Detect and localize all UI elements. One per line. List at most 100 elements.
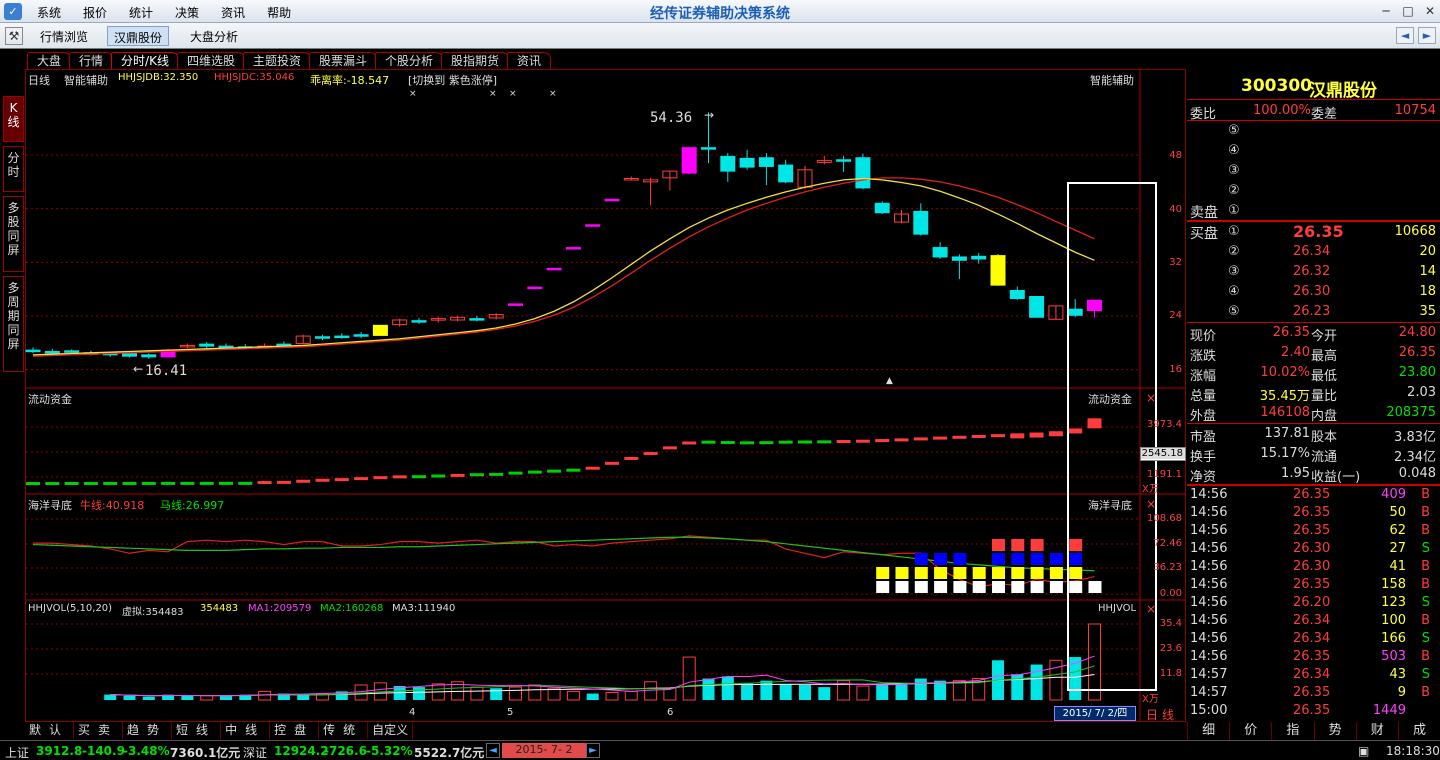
buy-row: ④ 26.30 18 [1187, 282, 1440, 302]
volume-bar [142, 696, 155, 700]
date-picker[interactable]: 2015- 7- 2 [502, 743, 586, 758]
volume-bar [220, 696, 232, 700]
buy-level: ⑤ [1228, 304, 1240, 319]
tab-trend[interactable]: 势 [1313, 722, 1356, 740]
buy-price: 26.32 [1293, 264, 1331, 279]
panel-close-icon: × [1146, 391, 1156, 405]
tab-trend-ind[interactable]: 趋势 [123, 722, 173, 739]
candle-body [315, 336, 330, 339]
tab-default[interactable]: 默认 [25, 722, 75, 739]
volume-bar [856, 685, 870, 701]
tab-control[interactable]: 控盘 [270, 722, 320, 739]
signal-block [972, 581, 986, 593]
stock-code: 300300 [1241, 76, 1312, 96]
tick-side: S [1421, 631, 1430, 646]
tick-time: 14:56 [1190, 487, 1228, 502]
liquidity-bar [276, 480, 291, 484]
stat-label: 换手 [1190, 450, 1217, 465]
ma-short-line [32, 177, 1095, 356]
candle-body [546, 267, 562, 271]
candle-body [141, 354, 157, 358]
buy-volume: 14 [1419, 264, 1436, 279]
liquidity-right-label: 流动资金 [1088, 393, 1132, 406]
volume-bar [760, 680, 773, 700]
tab-price[interactable]: 价 [1229, 722, 1271, 740]
tab-buysell[interactable]: 买卖 [74, 722, 124, 739]
buy-level: ④ [1228, 284, 1240, 299]
liquidity-bar [508, 471, 523, 475]
buy-price: 26.35 [1293, 222, 1344, 241]
liquidity-bar [585, 466, 600, 470]
liquidity-bar [431, 474, 446, 478]
signal-block [934, 567, 948, 579]
tick-volume: 27 [1389, 541, 1406, 556]
volume-ma3: MA3:111940 [392, 603, 456, 614]
tick-time: 14:56 [1190, 559, 1228, 574]
liquidity-bar [913, 437, 928, 441]
period-label: 日线 [28, 74, 50, 87]
liquidity-bar [219, 481, 233, 485]
tab-index[interactable]: 指 [1271, 722, 1313, 740]
tick-volume: 50 [1389, 505, 1406, 520]
candle-body [836, 159, 852, 162]
tick-time: 14:56 [1190, 595, 1228, 610]
signal-block [1011, 553, 1025, 565]
liquidity-bar [682, 441, 697, 445]
app-window: ✓ 经传证券辅助决策系统 系统 报价 统计 决策 资讯 帮助 ─ □ ✕ ⚒ 行… [0, 0, 1440, 760]
tick-side: S [1421, 595, 1430, 610]
buy-volume: 35 [1419, 304, 1436, 319]
vol-axis-tick: 23.6 [1159, 643, 1182, 654]
liquidity-bar [392, 475, 407, 479]
monitor-icon[interactable]: ▣ [1358, 744, 1369, 758]
tab-custom[interactable]: 自定义 [368, 722, 414, 739]
tab-mid[interactable]: 中线 [221, 722, 271, 739]
tick-row: 14:56 26.30 41 B [1187, 558, 1440, 576]
liq-unit: X万 [1142, 484, 1159, 495]
liquidity-bar [257, 481, 272, 485]
fundamental-row: 净资 1.95 收益(一) 0.048 [1187, 464, 1440, 485]
tick-row: 14:56 26.34 166 S [1187, 630, 1440, 648]
tick-volume: 166 [1381, 631, 1406, 646]
candle-body [25, 349, 41, 353]
signal-block [972, 567, 986, 579]
stat-row: 涨幅 10.02% 最低 23.80 [1187, 363, 1440, 384]
date-prev-icon[interactable]: ◄ [486, 743, 500, 758]
volume-bar [181, 695, 194, 700]
tab-volume[interactable]: 成 [1397, 722, 1440, 740]
niu-line-value: 牛线:40.918 [80, 499, 145, 512]
volume-bar [528, 684, 542, 701]
ma-line-value: 马线:26.997 [160, 499, 225, 512]
volume-ma1: MA1:209579 [248, 603, 312, 614]
hy-axis-tick: 72.46 [1153, 538, 1182, 549]
candle-body [585, 224, 601, 227]
volume-bar [895, 683, 908, 700]
tick-row: 14:56 26.35 62 B [1187, 522, 1440, 540]
tab-finance[interactable]: 财 [1355, 722, 1398, 740]
switch-link[interactable]: [切换到 紫色涨停] [408, 72, 497, 88]
fundamental-row: 市盈 137.81 股本 3.83亿 [1187, 424, 1440, 445]
stat-label: 总量 [1190, 389, 1217, 404]
tick-volume: 62 [1389, 523, 1406, 538]
stat-value: 1.95 [1281, 466, 1310, 481]
signal-block [1030, 553, 1044, 565]
liquidity-bar [991, 434, 1005, 438]
liquidity-bar [798, 440, 812, 444]
hy-axis-tick: 108.68 [1147, 513, 1182, 524]
stat-label: 净资 [1190, 470, 1217, 485]
tab-short[interactable]: 短线 [172, 722, 222, 739]
stat-value: 2.34亿 [1394, 450, 1436, 465]
vol-unit: X万 [1142, 694, 1159, 705]
liquidity-bar [122, 481, 137, 485]
liquidity-bar [759, 441, 774, 445]
period-switch-label[interactable]: 日线 [1146, 706, 1178, 723]
candle-body [758, 157, 774, 167]
tab-detail[interactable]: 细 [1187, 722, 1229, 740]
volume-bar [470, 686, 484, 701]
status-bar: 上证 3912.8 -140.9 -3.48% 7360.1亿元 深证 1292… [0, 740, 1440, 760]
weicha-value: 10754 [1394, 103, 1436, 118]
tick-side: B [1421, 523, 1430, 538]
date-next-icon[interactable]: ► [586, 743, 600, 758]
tick-volume: 9 [1397, 685, 1406, 700]
price-axis-tick: 24 [1169, 310, 1182, 321]
tab-traditional[interactable]: 传统 [319, 722, 369, 739]
